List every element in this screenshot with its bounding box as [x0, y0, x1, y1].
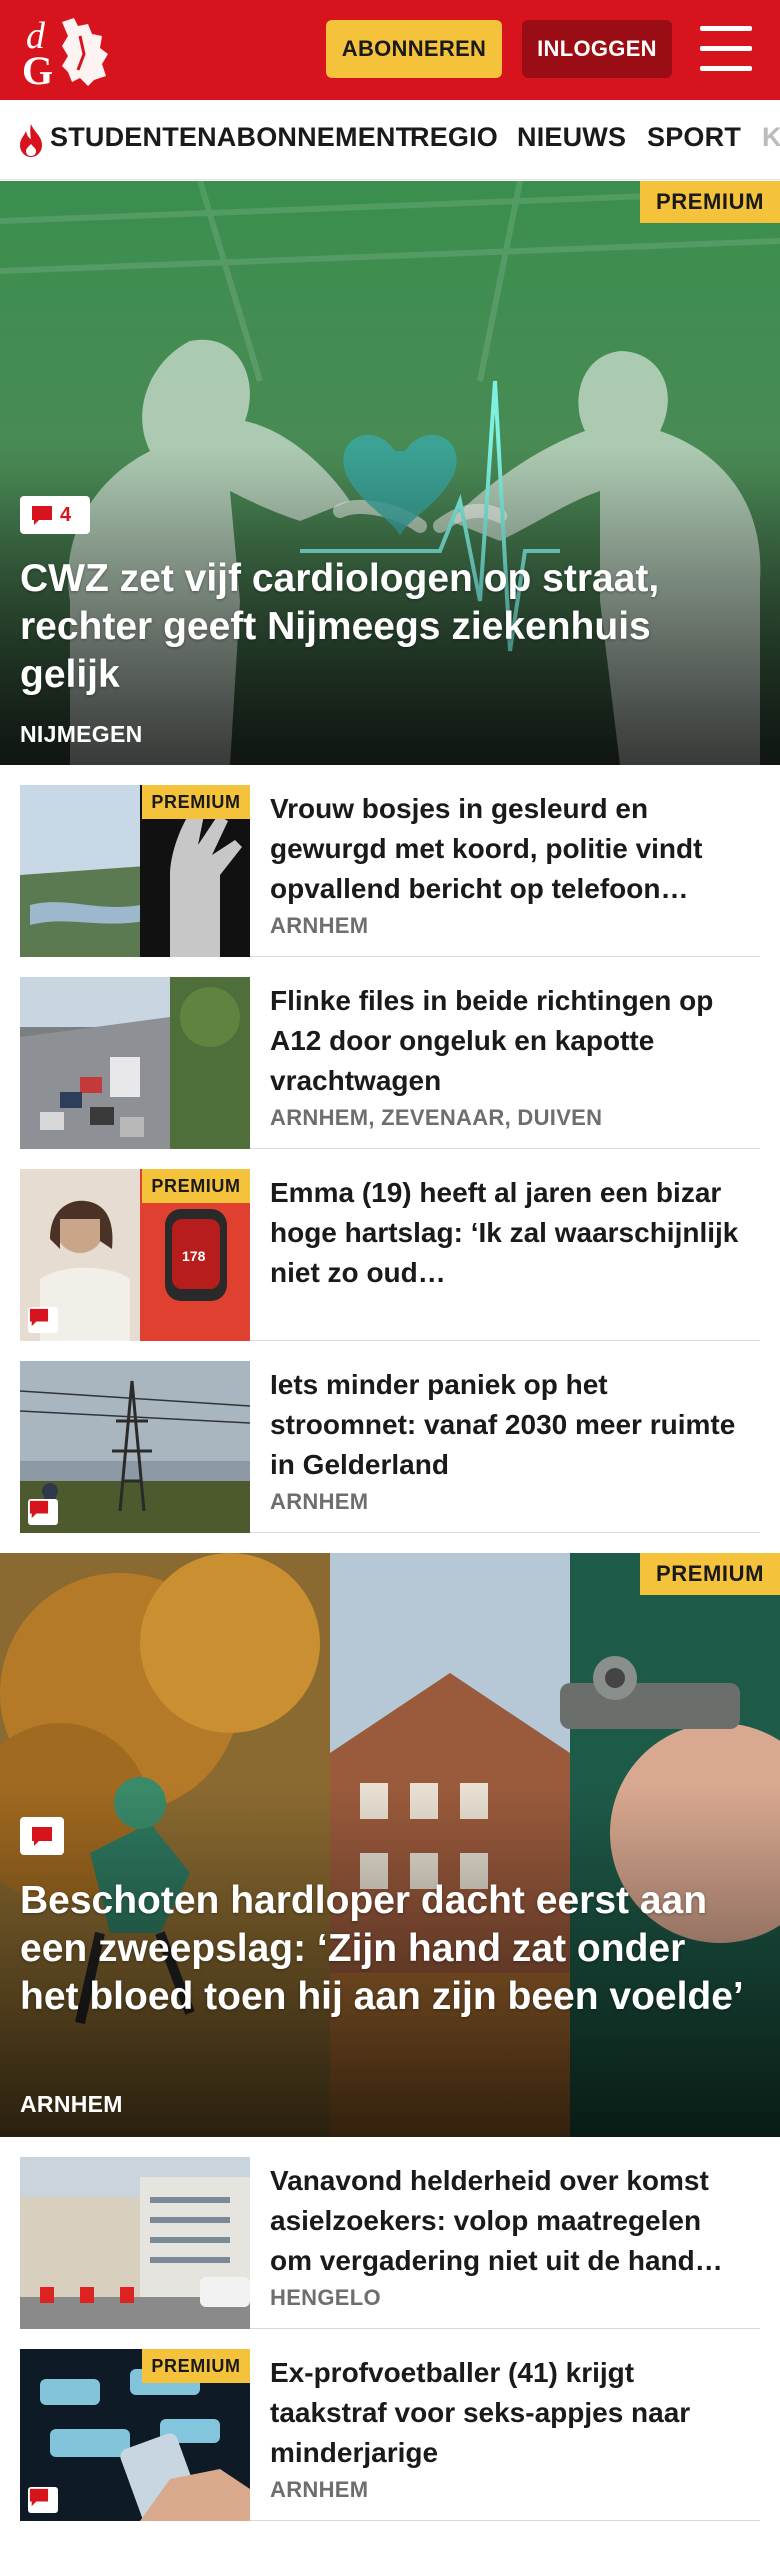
article-thumbnail: 178 PREMIUM	[20, 1169, 250, 1341]
list-item[interactable]: PREMIUM Vrouw bosjes in gesleurd en gewu…	[20, 785, 760, 957]
article-location: ARNHEM, ZEVENAAR, DUIVEN	[270, 1105, 603, 1130]
nav-item-nieuws[interactable]: NIEUWS	[517, 122, 626, 153]
article-location: ARNHEM	[270, 913, 369, 938]
article-location: ARNHEM	[270, 1489, 369, 1514]
hero-article-2[interactable]: PREMIUM Beschoten hardloper dacht eerst …	[0, 1553, 780, 2137]
list-item[interactable]: PREMIUM Ex-profvoetballer (41) krijgt ta…	[20, 2349, 760, 2521]
article-thumbnail	[20, 977, 250, 1149]
comment-icon[interactable]	[28, 2487, 58, 2513]
svg-text:G: G	[22, 48, 53, 90]
nav-item-more[interactable]: K	[762, 122, 780, 153]
login-button[interactable]: INLOGGEN	[522, 20, 672, 78]
hero-image-shooting	[0, 1553, 780, 2137]
article-thumbnail: PREMIUM	[20, 785, 250, 957]
article-thumbnail	[20, 2157, 250, 2329]
comment-count-badge[interactable]: 4	[20, 496, 90, 534]
hamburger-menu-icon[interactable]	[700, 26, 752, 72]
list-item[interactable]: Flinke files in beide richtingen op A12 …	[20, 977, 760, 1149]
subscribe-button[interactable]: ABONNEREN	[326, 20, 502, 78]
list-item[interactable]: Iets minder paniek op het stroomnet: van…	[20, 1361, 760, 1533]
article-thumbnail	[20, 1361, 250, 1533]
article-thumbnail: PREMIUM	[20, 2349, 250, 2521]
hero-1-location: NIJMEGEN	[20, 721, 143, 747]
hero-article-1[interactable]: PREMIUM 4 CWZ zet vijf cardiologen op st…	[0, 181, 780, 765]
article-title[interactable]: Emma (19) heeft al jaren een bizar hoge …	[270, 1173, 750, 1293]
article-title[interactable]: Iets minder paniek op het stroomnet: van…	[270, 1365, 750, 1485]
article-location: ARNHEM	[270, 2477, 369, 2502]
premium-badge: PREMIUM	[640, 181, 780, 223]
comment-icon[interactable]	[20, 1817, 64, 1855]
hero-2-location: ARNHEM	[20, 2091, 123, 2117]
nav-item-regio[interactable]: REGIO	[410, 122, 498, 153]
nav-item-sport[interactable]: SPORT	[647, 122, 741, 153]
list-item[interactable]: 178 PREMIUM Emma (19) heeft al jaren een…	[20, 1169, 760, 1341]
article-location: HENGELO	[270, 2285, 381, 2310]
premium-badge: PREMIUM	[142, 1169, 250, 1203]
flame-icon	[20, 124, 42, 157]
comment-icon	[32, 506, 52, 525]
premium-badge: PREMIUM	[640, 1553, 780, 1595]
article-title[interactable]: Flinke files in beide richtingen op A12 …	[270, 981, 750, 1101]
article-title[interactable]: Ex-profvoetballer (41) krijgt taakstraf …	[270, 2353, 750, 2473]
svg-text:178: 178	[182, 1248, 206, 1264]
nav-item-studentenabonnement[interactable]: STUDENTENABONNEMENT	[50, 122, 412, 153]
section-nav: STUDENTENABONNEMENT REGIO NIEUWS SPORT K	[0, 100, 780, 180]
site-logo[interactable]: d G	[22, 14, 118, 93]
hero-2-title[interactable]: Beschoten hardloper dacht eerst aan een …	[20, 1877, 750, 2021]
hero-1-title[interactable]: CWZ zet vijf cardiologen op straat, rech…	[20, 555, 750, 699]
article-title[interactable]: Vrouw bosjes in gesleurd en gewurgd met …	[270, 789, 750, 909]
list-item[interactable]: Vanavond helderheid over komst asielzoek…	[20, 2157, 760, 2329]
comment-count: 4	[60, 503, 72, 526]
premium-badge: PREMIUM	[142, 2349, 250, 2383]
comment-icon[interactable]	[28, 1499, 58, 1525]
site-header: d G ABONNEREN INLOGGEN	[0, 0, 780, 100]
premium-badge: PREMIUM	[142, 785, 250, 819]
comment-icon[interactable]	[28, 1307, 58, 1333]
article-title[interactable]: Vanavond helderheid over komst asielzoek…	[270, 2161, 750, 2281]
